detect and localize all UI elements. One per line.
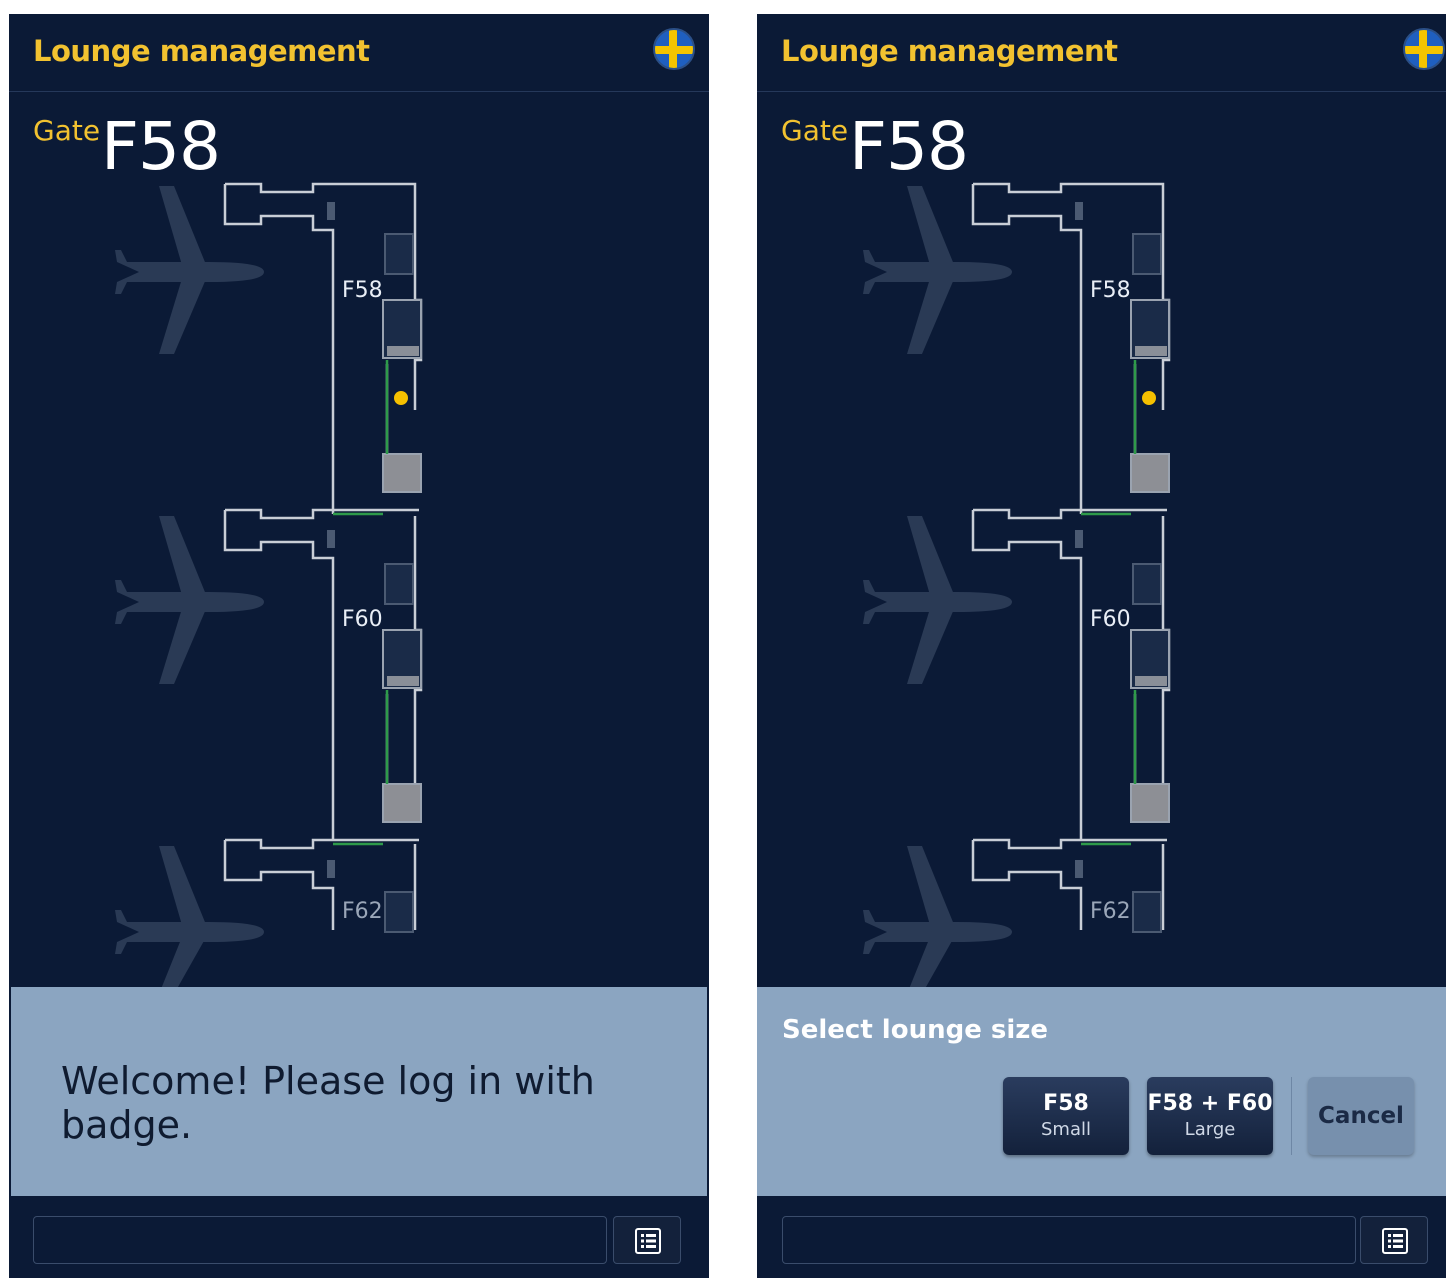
badge-input[interactable] (33, 1216, 607, 1264)
button-divider (1291, 1077, 1292, 1155)
login-sheet: Welcome! Please log in with badge. (11, 987, 707, 1196)
airplane-icon (863, 516, 1012, 684)
language-flag-icon[interactable] (1403, 28, 1445, 70)
option-sub-label: Large (1184, 1119, 1236, 1140)
map-label-f62: F62 (342, 899, 383, 924)
option-main-label: F58 + F60 (1147, 1091, 1273, 1116)
airplane-icon (115, 186, 264, 354)
cancel-button[interactable]: Cancel (1308, 1077, 1414, 1155)
lounge-size-large-button[interactable]: F58 + F60 Large (1147, 1077, 1273, 1155)
current-location-marker (394, 391, 408, 405)
footer-bar (9, 1196, 709, 1278)
map-label-f60: F60 (342, 607, 383, 632)
route-path (1081, 360, 1137, 846)
airplane-icon (863, 186, 1012, 354)
option-main-label: F58 (1043, 1091, 1089, 1116)
app-header: Lounge management (757, 14, 1446, 92)
badge-input[interactable] (782, 1216, 1356, 1264)
jetbridge-blocks (327, 202, 422, 933)
map-label-f58: F58 (342, 278, 383, 303)
list-button[interactable] (613, 1216, 681, 1264)
select-lounge-size-title: Select lounge size (782, 1015, 1049, 1045)
airplane-icon (863, 846, 1012, 994)
gate-map: F58 F60 F62 (9, 164, 709, 994)
app-header: Lounge management (9, 14, 709, 92)
route-path (333, 360, 389, 846)
lounge-panel-select-size: Lounge management Gate F58 F58 F60 F62 S… (757, 14, 1446, 1278)
footer-bar (757, 1196, 1446, 1278)
list-icon (1382, 1228, 1408, 1254)
gate-label: Gate (33, 114, 101, 147)
airplane-icon (115, 516, 264, 684)
list-icon (635, 1228, 661, 1254)
welcome-message: Welcome! Please log in with badge. (61, 1059, 595, 1147)
list-button[interactable] (1360, 1216, 1428, 1264)
map-label-f58: F58 (1090, 278, 1131, 303)
gate-label: Gate (781, 114, 849, 147)
lounge-panel-login: Lounge management Gate F58 F58 F60 F62 W… (9, 14, 709, 1278)
current-location-marker (1142, 391, 1156, 405)
option-sub-label: Small (1041, 1119, 1091, 1140)
app-title: Lounge management (33, 34, 370, 68)
map-label-f60: F60 (1090, 607, 1131, 632)
language-flag-icon[interactable] (653, 28, 695, 70)
jetbridge-blocks (1075, 202, 1170, 933)
app-title: Lounge management (781, 34, 1118, 68)
lounge-size-sheet: Select lounge size F58 Small F58 + F60 L… (757, 987, 1446, 1196)
gate-map: F58 F60 F62 (757, 164, 1446, 994)
map-label-f62: F62 (1090, 899, 1131, 924)
airplane-icon (115, 846, 264, 994)
lounge-size-small-button[interactable]: F58 Small (1003, 1077, 1129, 1155)
